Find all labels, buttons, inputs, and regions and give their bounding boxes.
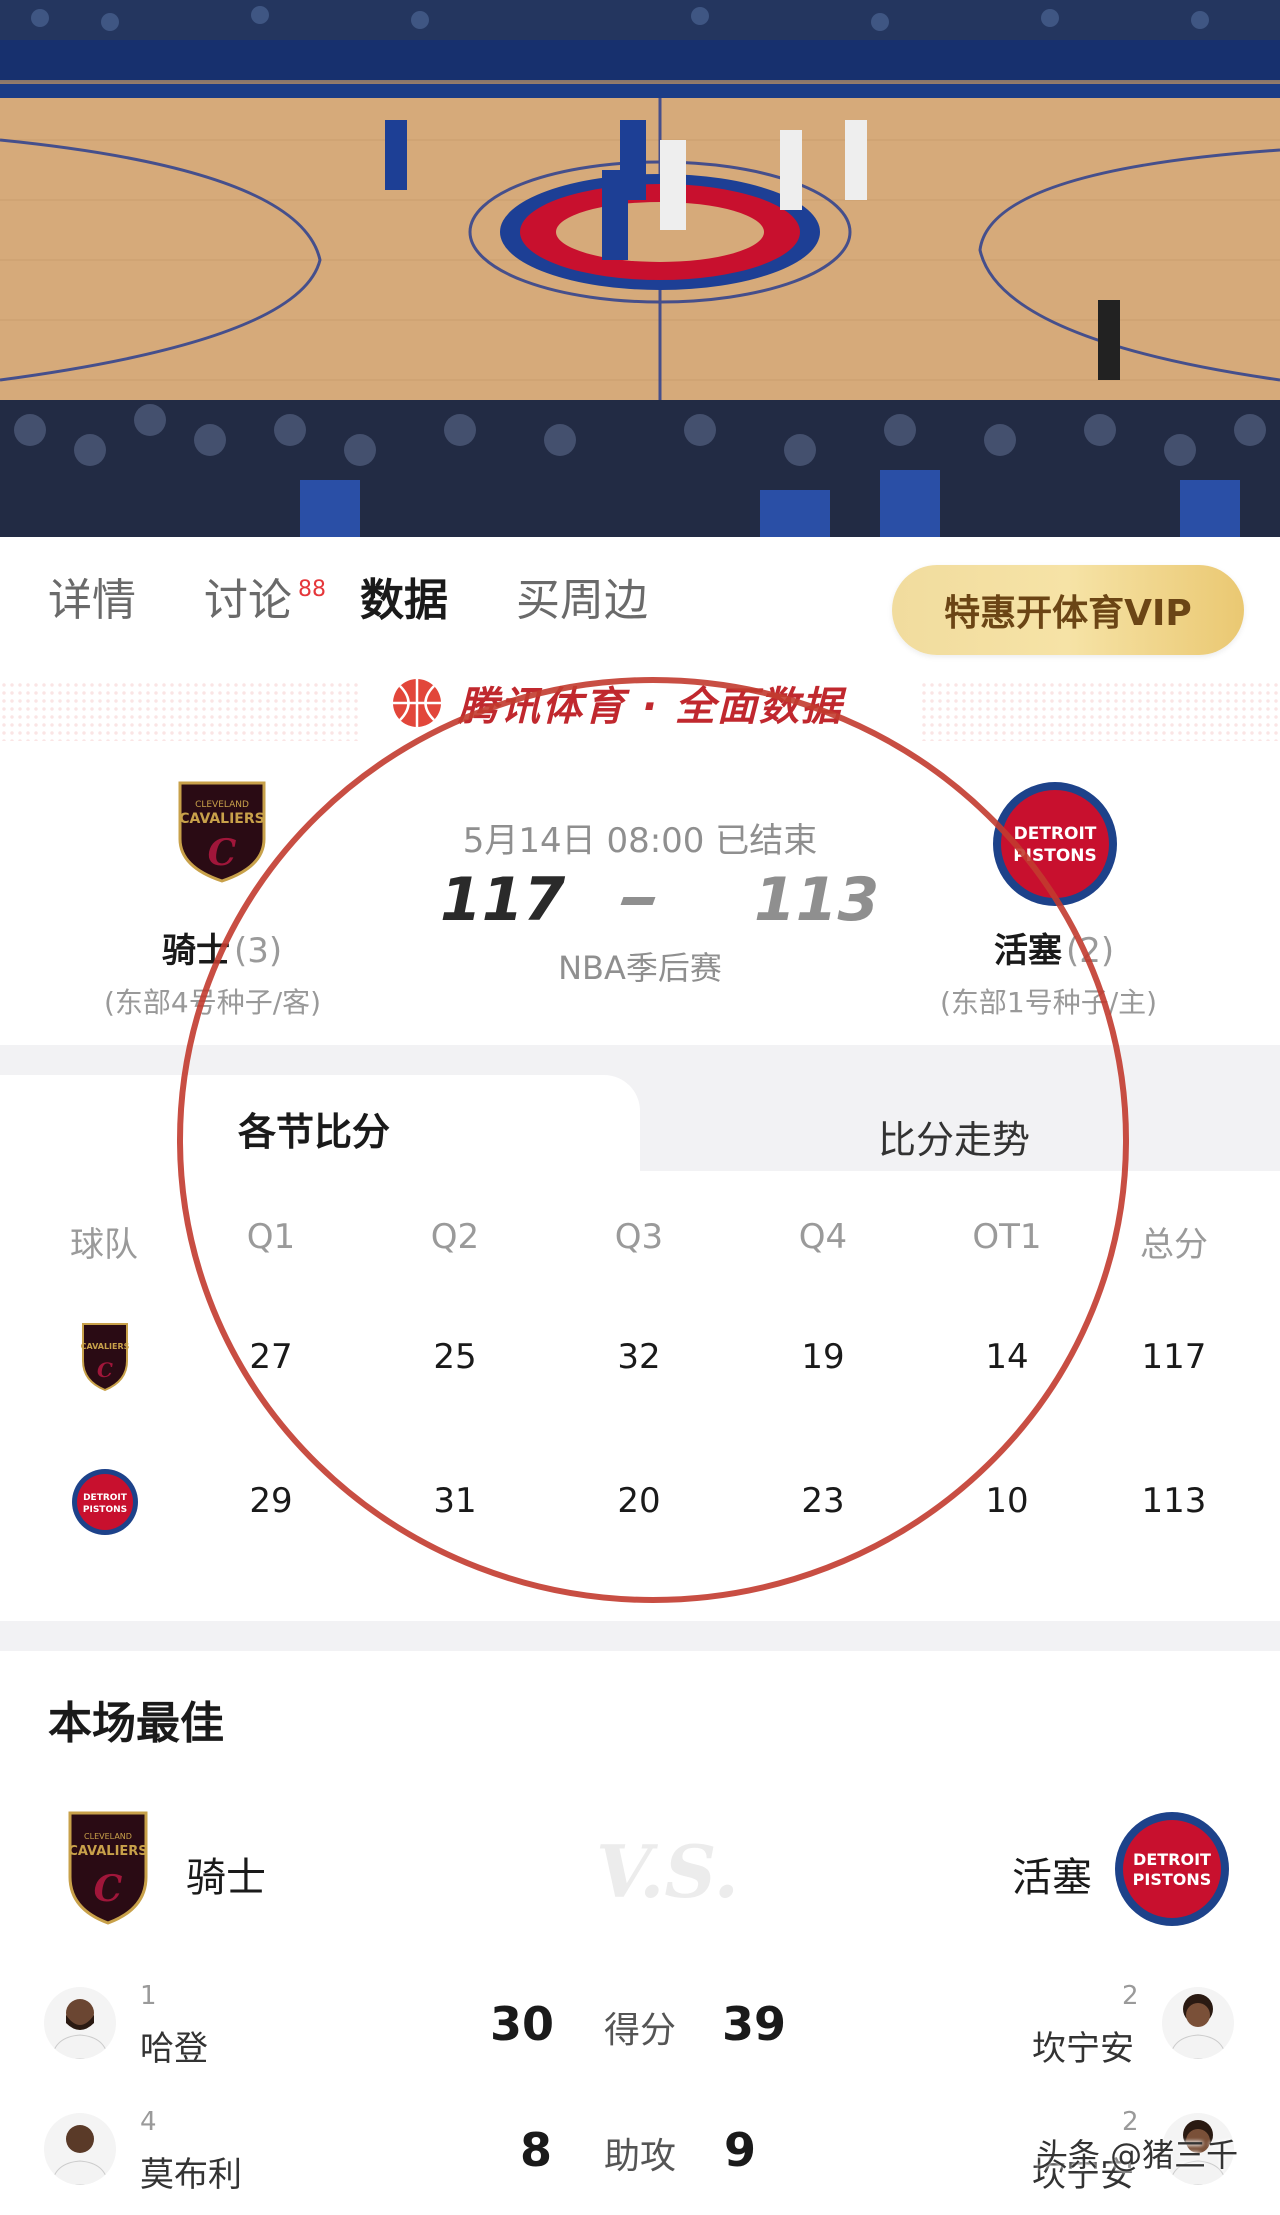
cell-away-ot1: 14 — [985, 1337, 1029, 1377]
player-rank: 1 — [140, 1981, 157, 2011]
best-right-team-name: 活塞 — [1012, 1855, 1092, 1901]
cell-away-q4: 19 — [801, 1337, 845, 1377]
basketball-logo-icon — [393, 679, 441, 727]
section-title: 本场最佳 — [48, 1698, 224, 1749]
brand-title: 腾讯体育 · 全面数据 — [458, 684, 844, 730]
watermark: 头条 @猪三千 — [1036, 2136, 1239, 2174]
player-avatar — [44, 2113, 116, 2185]
pistons-logo-icon[interactable]: DETROIT PISTONS — [990, 779, 1120, 909]
vip-promo-button[interactable]: 特惠开体育VIP — [892, 565, 1244, 655]
cell-away-q2: 25 — [433, 1337, 477, 1377]
cell-home-total: 113 — [1141, 1481, 1207, 1521]
player-photo-icon — [51, 2125, 109, 2185]
col-header-q4: Q4 — [798, 1217, 848, 1257]
best-left-team-name: 骑士 — [186, 1855, 266, 1901]
cell-away-q3: 32 — [617, 1337, 661, 1377]
cell-home-q1: 29 — [249, 1481, 293, 1521]
col-header-q1: Q1 — [246, 1217, 296, 1257]
player-rank: 4 — [140, 2107, 157, 2137]
svg-text:PISTONS: PISTONS — [83, 1505, 127, 1515]
brand-banner: 腾讯体育 · 全面数据 — [0, 667, 1280, 745]
tab-data[interactable]: 数据 — [360, 579, 448, 623]
section-divider — [0, 1621, 1280, 1651]
section-divider — [0, 1045, 1280, 1075]
svg-text:C: C — [94, 1868, 123, 1910]
pistons-logo-icon[interactable]: DETROIT PISTONS — [1112, 1809, 1232, 1929]
vs-mark: V.S. — [596, 1829, 739, 1914]
match-status: 已结束 — [715, 821, 818, 861]
right-stat-value: 9 — [723, 2123, 756, 2177]
col-header-q2: Q2 — [430, 1217, 480, 1257]
svg-text:C: C — [208, 832, 237, 874]
svg-text:CAVALIERS: CAVALIERS — [81, 1342, 130, 1351]
tab-bar: 详情 讨论 88 数据 买周边 特惠开体育VIP — [0, 537, 1280, 667]
cavaliers-logo-icon[interactable]: CLEVELAND CAVALIERS C — [66, 1809, 150, 1927]
cavaliers-logo-icon: CAVALIERS C — [81, 1323, 130, 1392]
quarter-score-table: 球队 Q1 Q2 Q3 Q4 OT1 总分 CAVALIERS C 27 25 … — [0, 1171, 1280, 1601]
left-stat-value: 8 — [519, 2123, 552, 2177]
player-photo-icon — [1169, 1994, 1227, 2059]
score-dash — [620, 897, 656, 905]
home-team-seed: (东部1号种子/主) — [940, 986, 1158, 1019]
video-player[interactable] — [0, 0, 1280, 537]
away-series-record: (3) — [234, 931, 283, 971]
match-header: CLEVELAND CAVALIERS C 骑士 (3) (东部4号种子/客) 5… — [0, 745, 1280, 1045]
away-team-seed: (东部4号种子/客) — [104, 986, 322, 1019]
svg-text:CAVALIERS: CAVALIERS — [68, 1844, 147, 1859]
tab-discussion[interactable]: 讨论 — [204, 579, 292, 623]
svg-text:CLEVELAND: CLEVELAND — [195, 800, 249, 810]
cell-away-q1: 27 — [249, 1337, 293, 1377]
player-name: 莫布利 — [140, 2155, 242, 2195]
right-stat-value: 39 — [721, 1997, 786, 2051]
player-avatar — [44, 1987, 116, 2059]
tab-merch[interactable]: 买周边 — [516, 579, 648, 623]
match-type: NBA季后赛 — [558, 949, 722, 987]
svg-text:C: C — [97, 1358, 113, 1382]
svg-text:PISTONS: PISTONS — [1133, 1870, 1212, 1889]
player-rank: 2 — [1122, 1981, 1139, 2011]
player-name: 坎宁安 — [1032, 2029, 1134, 2069]
svg-text:PISTONS: PISTONS — [1013, 846, 1097, 866]
stat-label: 得分 — [603, 2010, 676, 2051]
svg-text:DETROIT: DETROIT — [83, 1493, 128, 1503]
cell-home-q3: 20 — [617, 1481, 661, 1521]
cell-away-total: 117 — [1141, 1337, 1207, 1377]
svg-text:CAVALIERS: CAVALIERS — [179, 811, 264, 827]
away-score: 117 — [440, 865, 566, 935]
cavaliers-logo-icon[interactable]: CLEVELAND CAVALIERS C — [176, 779, 268, 883]
player-photo-icon — [51, 1999, 109, 2059]
player-name: 哈登 — [140, 2029, 208, 2069]
svg-text:DETROIT: DETROIT — [1014, 824, 1097, 844]
away-team-name: 骑士 — [162, 931, 230, 971]
player-avatar — [1162, 1987, 1234, 2059]
home-score: 113 — [754, 865, 880, 935]
col-header-q3: Q3 — [614, 1217, 664, 1257]
tab-score-trend[interactable]: 比分走势 — [878, 1109, 1030, 1164]
home-series-record: (2) — [1066, 931, 1115, 971]
tab-details[interactable]: 详情 — [48, 579, 136, 623]
col-header-team: 球队 — [70, 1225, 138, 1265]
cell-home-ot1: 10 — [985, 1481, 1029, 1521]
tab-quarter-scores[interactable]: 各节比分 — [238, 1101, 390, 1156]
discussion-count-badge: 88 — [298, 577, 326, 602]
match-datetime: 5月14日 08:00 已结束 — [462, 821, 818, 861]
cell-home-q2: 31 — [433, 1481, 477, 1521]
col-header-ot1: OT1 — [972, 1217, 1042, 1257]
left-stat-value: 30 — [489, 1997, 554, 2051]
score-subtabs: 各节比分 比分走势 — [0, 1075, 1280, 1171]
svg-text:DETROIT: DETROIT — [1133, 1850, 1211, 1869]
svg-text:CLEVELAND: CLEVELAND — [84, 1832, 132, 1841]
col-header-total: 总分 — [1140, 1225, 1208, 1265]
pistons-logo-icon: DETROIT PISTONS — [72, 1469, 138, 1535]
stat-label: 助攻 — [603, 2136, 676, 2177]
cell-home-q4: 23 — [801, 1481, 845, 1521]
game-broadcast-frame — [0, 0, 1280, 537]
home-team-name: 活塞 — [994, 931, 1062, 971]
